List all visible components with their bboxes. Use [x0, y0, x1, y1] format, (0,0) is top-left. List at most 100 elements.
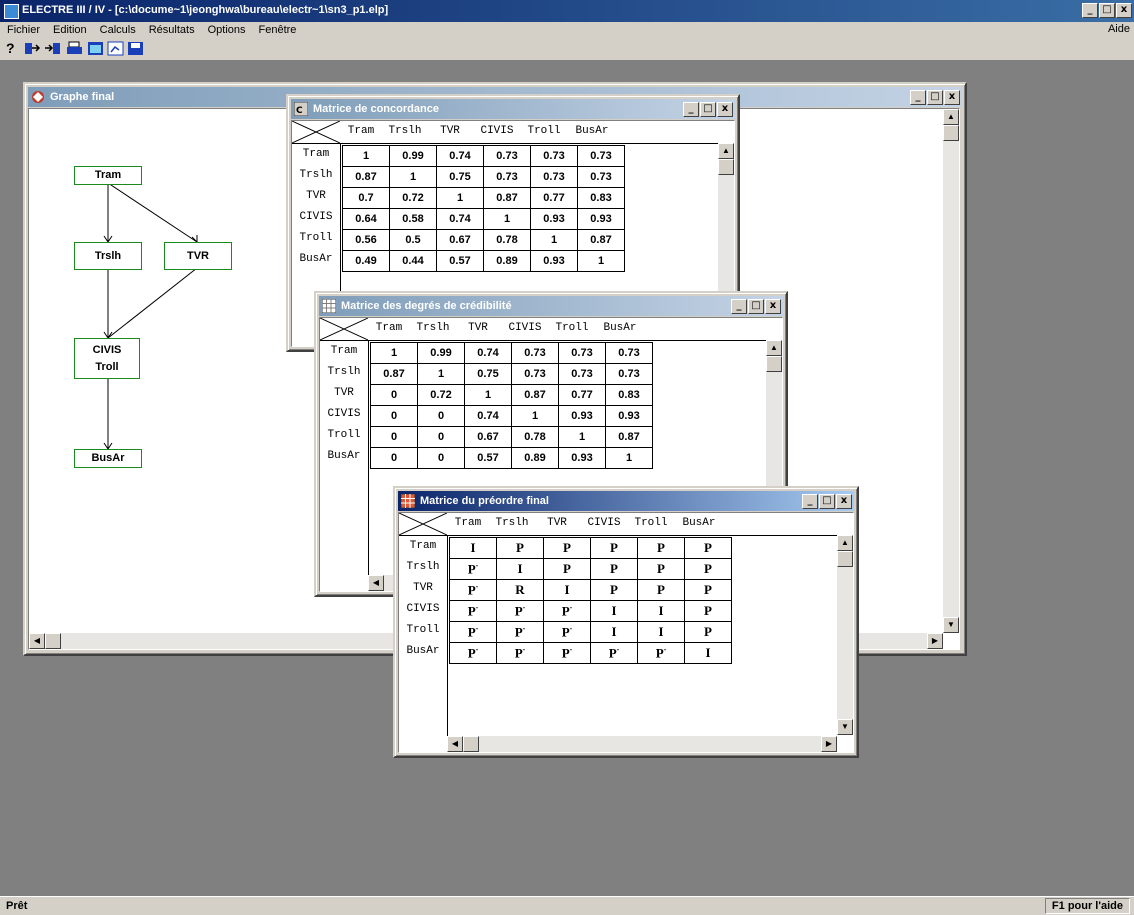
matrix-cell[interactable]: 0.77 [530, 187, 578, 209]
concordance-window-titlebar[interactable]: C Matrice de concordance _ □ x [291, 99, 735, 119]
menu-options[interactable]: Options [201, 24, 252, 36]
menu-calculs[interactable]: Calculs [93, 24, 142, 36]
scroll-down-icon[interactable]: ▼ [837, 719, 853, 735]
graph-node-trslh[interactable]: Trslh [74, 242, 142, 270]
matrix-cell[interactable]: 1 [511, 405, 559, 427]
matrix-cell[interactable]: 0.73 [511, 363, 559, 385]
matrix-cell[interactable]: I [590, 621, 638, 643]
graph-vertical-scrollbar[interactable]: ▲ ▼ [943, 109, 959, 633]
preorder-vertical-scrollbar[interactable]: ▲ ▼ [837, 535, 853, 735]
scroll-up-icon[interactable]: ▲ [766, 340, 782, 356]
maximize-button[interactable]: □ [1099, 3, 1115, 18]
matrix-cell[interactable]: 0.75 [464, 363, 512, 385]
matrix-cell[interactable]: P [684, 621, 732, 643]
close-button[interactable]: x [717, 102, 733, 117]
matrix-cell[interactable]: 0.83 [605, 384, 653, 406]
matrix-cell[interactable]: P- [637, 642, 685, 664]
matrix-cell[interactable]: P [637, 558, 685, 580]
help-icon[interactable]: ? [6, 41, 23, 56]
chart-icon[interactable] [107, 41, 124, 56]
menu-aide[interactable]: Aide [1108, 23, 1130, 35]
matrix-cell[interactable]: 0.89 [511, 447, 559, 469]
matrix-cell[interactable]: P [543, 537, 591, 559]
matrix-cell[interactable]: 0.64 [342, 208, 390, 230]
scroll-right-icon[interactable]: ▶ [927, 633, 943, 649]
scroll-thumb[interactable] [766, 356, 782, 372]
matrix-cell[interactable]: 0.89 [483, 250, 531, 272]
export-left-icon[interactable] [24, 41, 41, 56]
matrix-cell[interactable]: 0.74 [464, 405, 512, 427]
maximize-button[interactable]: □ [700, 102, 716, 117]
preorder-window-titlebar[interactable]: Matrice du préordre final _ □ x [398, 491, 854, 511]
matrix-cell[interactable]: 0.83 [577, 187, 625, 209]
matrix-cell[interactable]: 0.73 [558, 342, 606, 364]
menu-fichier[interactable]: Fichier [0, 24, 46, 36]
minimize-button[interactable]: _ [802, 494, 818, 509]
matrix-cell[interactable]: 0.87 [577, 229, 625, 251]
matrix-cell[interactable]: 0.73 [530, 166, 578, 188]
matrix-cell[interactable]: 1 [436, 187, 484, 209]
matrix-cell[interactable]: 0.78 [511, 426, 559, 448]
matrix-cell[interactable]: 0.58 [389, 208, 437, 230]
matrix-cell[interactable]: P [637, 537, 685, 559]
matrix-cell[interactable]: 1 [483, 208, 531, 230]
matrix-cell[interactable]: P [637, 579, 685, 601]
matrix-cell[interactable]: P- [449, 642, 497, 664]
table-icon[interactable] [87, 41, 104, 56]
matrix-cell[interactable]: 0.93 [558, 405, 606, 427]
matrix-cell[interactable]: 0.73 [483, 145, 531, 167]
scroll-right-icon[interactable]: ▶ [821, 736, 837, 752]
matrix-cell[interactable]: I [590, 600, 638, 622]
matrix-cell[interactable]: 0.73 [605, 342, 653, 364]
matrix-cell[interactable]: 1 [530, 229, 578, 251]
matrix-cell[interactable]: 0.99 [417, 342, 465, 364]
scroll-left-icon[interactable]: ◀ [447, 736, 463, 752]
matrix-cell[interactable]: P [684, 537, 732, 559]
matrix-cell[interactable]: P- [543, 642, 591, 664]
scroll-thumb[interactable] [837, 551, 853, 567]
matrix-cell[interactable]: 0.93 [605, 405, 653, 427]
matrix-cell[interactable]: 0.74 [436, 145, 484, 167]
matrix-cell[interactable]: 0.78 [483, 229, 531, 251]
matrix-cell[interactable]: 1 [389, 166, 437, 188]
matrix-cell[interactable]: I [496, 558, 544, 580]
preorder-horizontal-scrollbar[interactable]: ◀ ▶ [447, 736, 837, 752]
matrix-cell[interactable]: 0.87 [370, 363, 418, 385]
matrix-cell[interactable]: P- [496, 600, 544, 622]
matrix-cell[interactable]: 0.74 [436, 208, 484, 230]
matrix-cell[interactable]: 0 [417, 447, 465, 469]
app-titlebar[interactable]: ELECTRE III / IV - [c:\docume~1\jeonghwa… [0, 0, 1134, 22]
matrix-cell[interactable]: 0.73 [577, 145, 625, 167]
matrix-cell[interactable]: 0.87 [483, 187, 531, 209]
matrix-cell[interactable]: 0.73 [577, 166, 625, 188]
export-right-icon[interactable] [44, 41, 61, 56]
matrix-cell[interactable]: 0.77 [558, 384, 606, 406]
matrix-cell[interactable]: 1 [342, 145, 390, 167]
menu-edition[interactable]: Edition [46, 24, 93, 36]
matrix-cell[interactable]: P- [449, 600, 497, 622]
matrix-cell[interactable]: P [590, 537, 638, 559]
scroll-thumb[interactable] [463, 736, 479, 752]
matrix-cell[interactable]: I [543, 579, 591, 601]
minimize-button[interactable]: _ [731, 299, 747, 314]
matrix-cell[interactable]: P [684, 558, 732, 580]
matrix-cell[interactable]: 0 [370, 426, 418, 448]
matrix-cell[interactable]: 0.73 [605, 363, 653, 385]
matrix-cell[interactable]: 0.49 [342, 250, 390, 272]
matrix-cell[interactable]: 1 [605, 447, 653, 469]
matrix-cell[interactable]: 0.99 [389, 145, 437, 167]
matrix-cell[interactable]: I [637, 621, 685, 643]
matrix-cell[interactable]: R [496, 579, 544, 601]
matrix-cell[interactable]: 0 [370, 405, 418, 427]
matrix-cell[interactable]: 1 [370, 342, 418, 364]
matrix-cell[interactable]: P- [449, 579, 497, 601]
graph-node-busar[interactable]: BusAr [74, 449, 142, 468]
matrix-cell[interactable]: P [590, 558, 638, 580]
menu-fenetre[interactable]: Fenêtre [252, 24, 303, 36]
matrix-cell[interactable]: 0.74 [464, 342, 512, 364]
matrix-cell[interactable]: 1 [558, 426, 606, 448]
matrix-cell[interactable]: 0.87 [342, 166, 390, 188]
matrix-cell[interactable]: P [543, 558, 591, 580]
matrix-cell[interactable]: 0.67 [436, 229, 484, 251]
credibility-window-titlebar[interactable]: Matrice des degrés de crédibilité _ □ x [319, 296, 783, 316]
